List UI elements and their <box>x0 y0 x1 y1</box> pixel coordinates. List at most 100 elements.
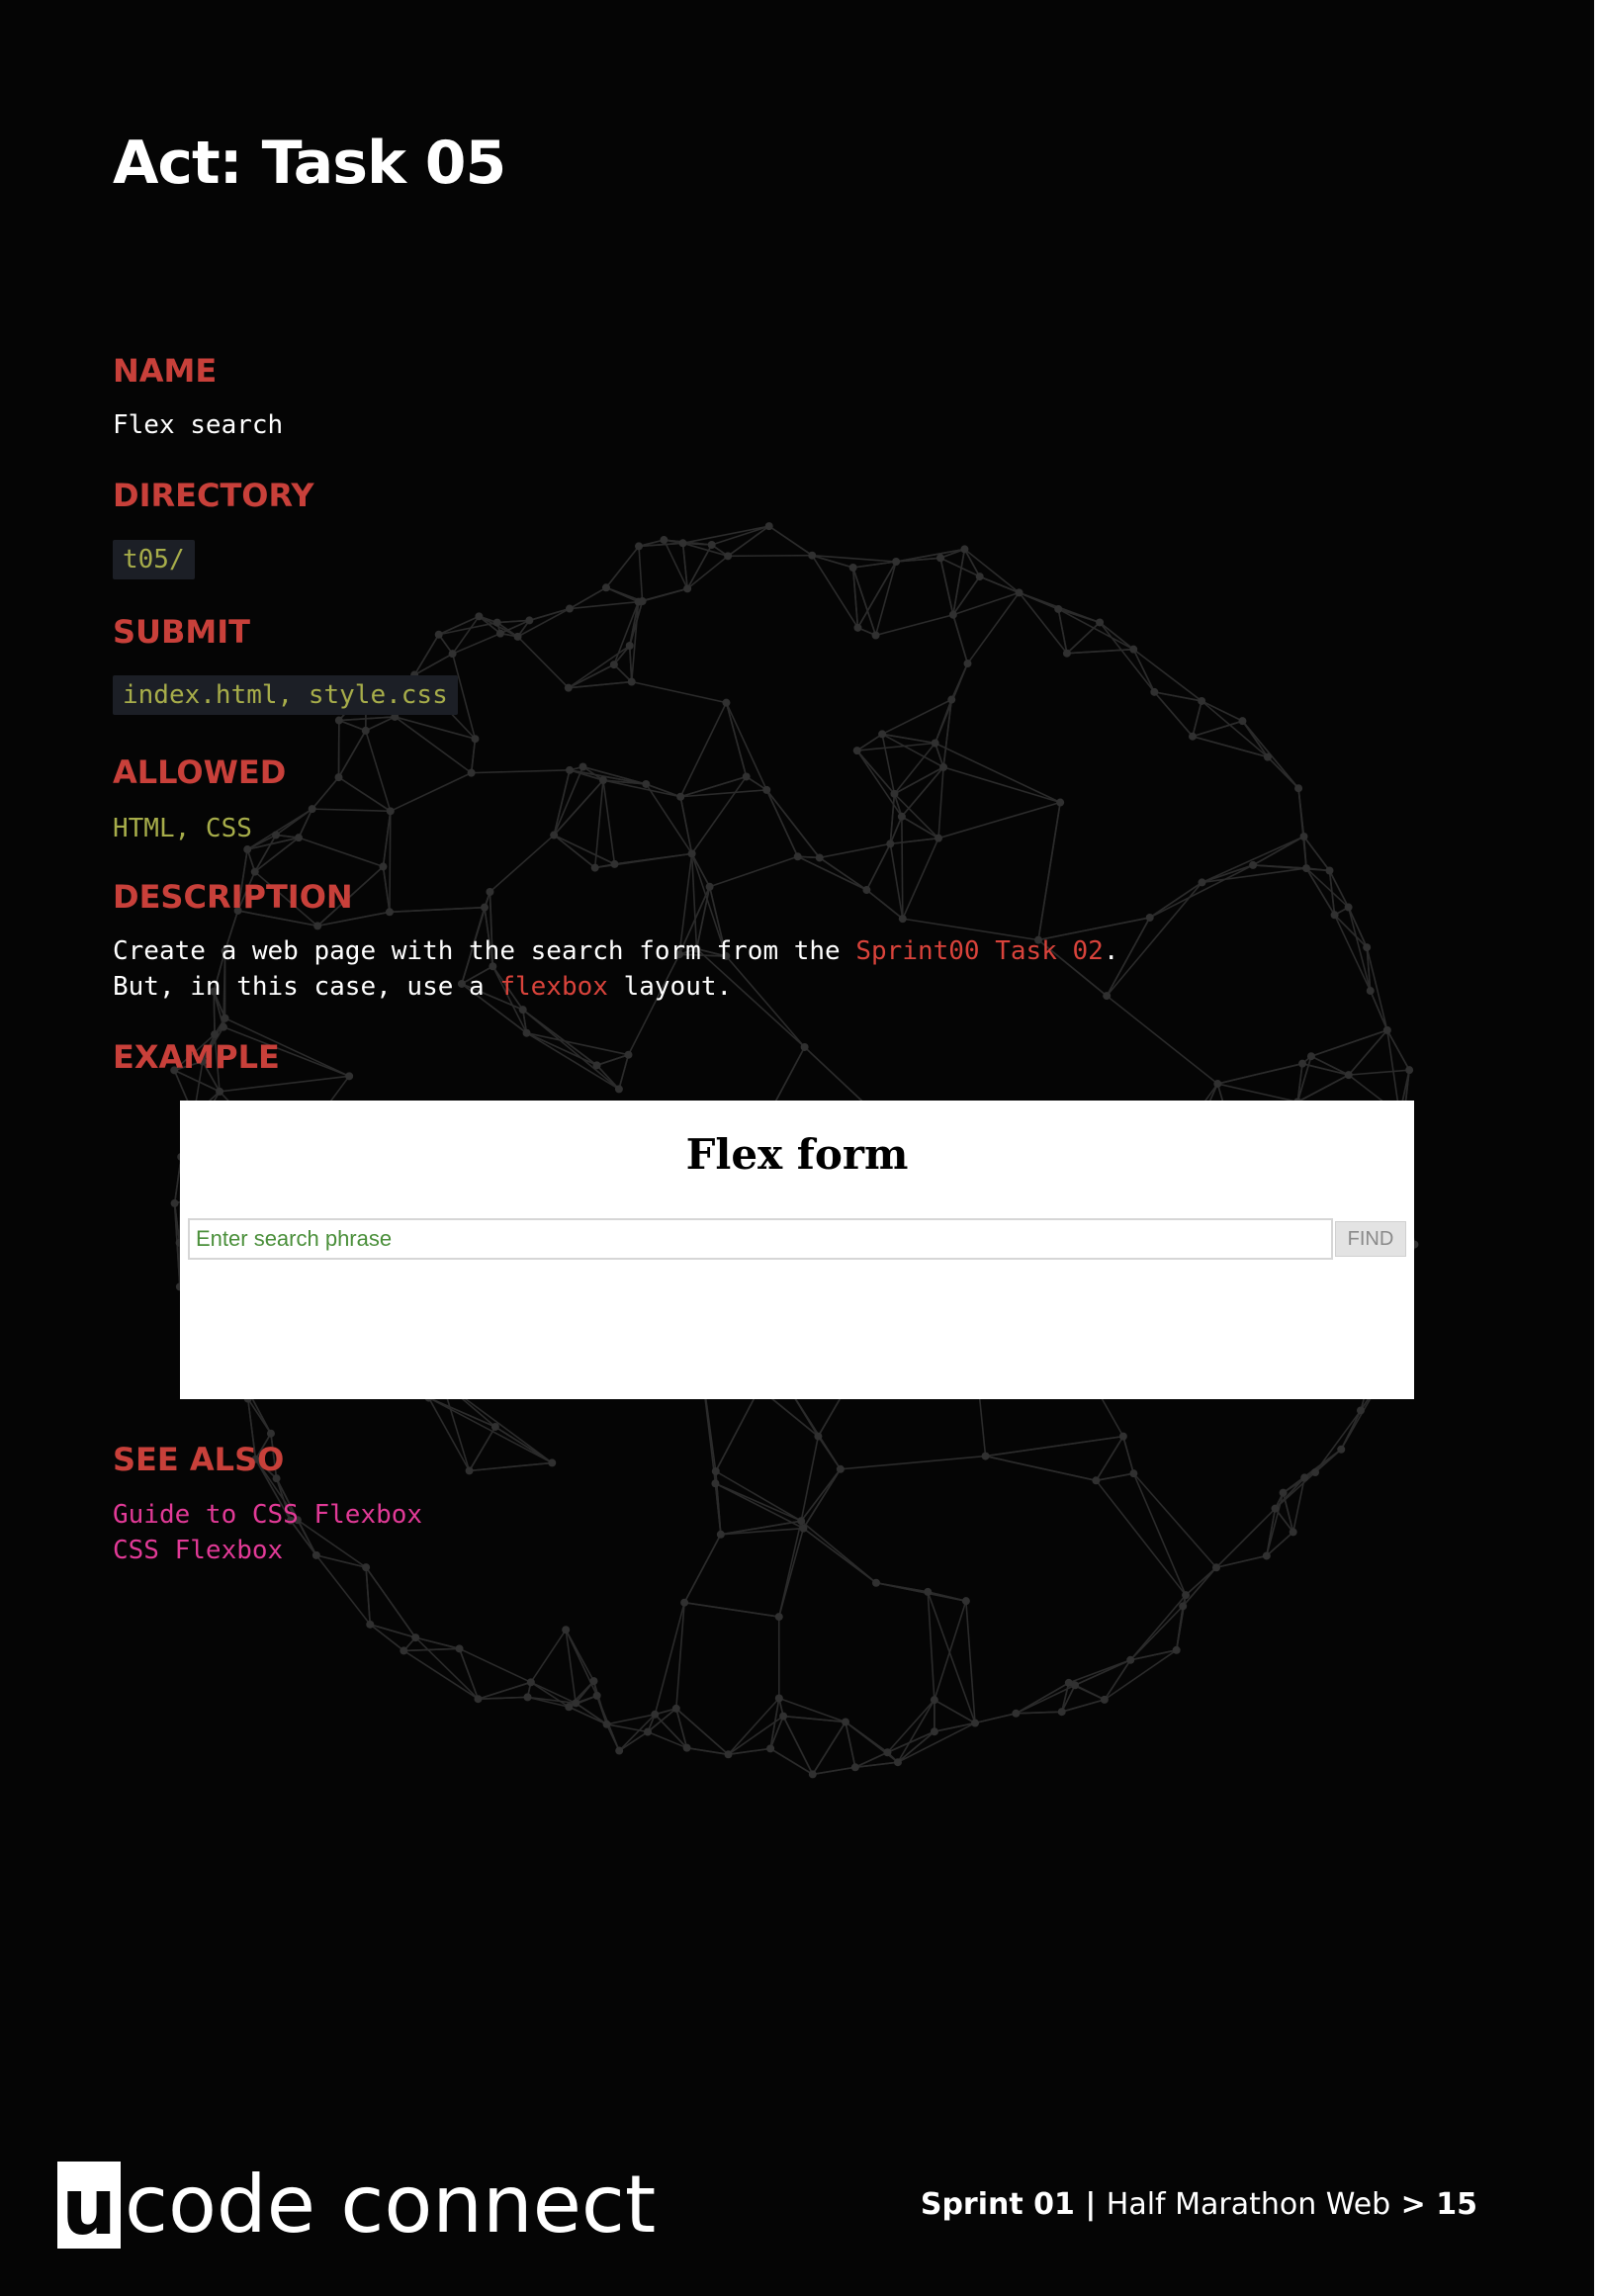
globe-edge <box>690 776 748 854</box>
globe-edge <box>715 1482 802 1522</box>
globe-edge <box>395 716 476 740</box>
globe-node <box>615 1746 624 1755</box>
globe-node <box>513 632 522 641</box>
flexbox-link[interactable]: flexbox <box>499 972 608 1002</box>
description-line1-end: . <box>1103 936 1119 966</box>
globe-node <box>892 558 901 567</box>
globe-node <box>170 1198 179 1207</box>
globe-edge <box>720 1520 802 1536</box>
find-button[interactable]: FIND <box>1335 1221 1406 1257</box>
globe-edge <box>1066 621 1101 655</box>
globe-edge <box>382 866 391 913</box>
globe-edge <box>1057 608 1134 651</box>
globe-edge <box>1132 1472 1217 1568</box>
globe-node <box>518 1006 527 1015</box>
see-also-list: Guide to CSS Flexbox CSS Flexbox <box>113 1497 422 1568</box>
globe-node <box>565 1703 574 1712</box>
globe-edge <box>630 601 640 682</box>
globe-edge <box>365 730 392 812</box>
globe-node <box>800 1042 809 1051</box>
globe-edge <box>865 889 904 920</box>
globe-node <box>308 805 316 814</box>
globe-node <box>1118 1432 1127 1441</box>
globe-edge <box>337 730 367 778</box>
globe-edge <box>369 1624 404 1652</box>
globe-node <box>635 542 644 551</box>
globe-edge <box>952 549 966 615</box>
globe-node <box>1310 1467 1319 1476</box>
globe-node <box>1129 1469 1138 1478</box>
globe-node <box>660 536 668 545</box>
css-flexbox-link[interactable]: CSS Flexbox <box>113 1533 422 1568</box>
globe-edge <box>414 1636 480 1700</box>
globe-edge <box>942 766 1061 804</box>
globe-edge <box>1099 621 1134 651</box>
directory-value: t05/ <box>113 540 195 579</box>
globe-node <box>250 867 259 876</box>
globe-edge <box>338 719 367 732</box>
globe-edge <box>516 636 570 689</box>
globe-edge <box>934 742 1061 804</box>
globe-node <box>850 1763 859 1772</box>
globe-node <box>526 1678 535 1687</box>
page-edge <box>1594 0 1602 2296</box>
globe-node <box>644 1727 653 1736</box>
globe-node <box>960 545 969 554</box>
globe-edge <box>1182 1566 1217 1607</box>
directory-label: DIRECTORY <box>113 477 314 514</box>
globe-node <box>480 903 489 912</box>
globe-node <box>897 812 906 821</box>
globe-edge <box>874 561 897 636</box>
globe-node <box>947 695 956 704</box>
globe-node <box>1012 1709 1021 1718</box>
sprint00-task02-link[interactable]: Sprint00 Task 02 <box>855 936 1103 966</box>
globe-node <box>550 831 559 839</box>
globe-node <box>495 629 504 638</box>
globe-node <box>1271 1504 1280 1513</box>
globe-edge <box>937 766 944 839</box>
globe-node <box>1405 1066 1414 1075</box>
globe-edge <box>896 548 965 563</box>
globe-node <box>385 908 394 917</box>
submit-value: index.html, style.css <box>113 675 458 715</box>
globe-edge <box>819 842 891 859</box>
globe-node <box>1054 604 1063 613</box>
globe-node <box>808 1770 817 1779</box>
globe-node <box>1179 1602 1188 1611</box>
globe-edge <box>298 837 384 868</box>
globe-edge <box>952 614 969 664</box>
globe-node <box>625 642 634 651</box>
globe-node <box>836 1464 845 1473</box>
globe-node <box>1337 1445 1346 1454</box>
globe-edge <box>338 776 392 812</box>
search-input[interactable] <box>188 1218 1333 1260</box>
globe-edge <box>1132 1472 1187 1596</box>
globe-edge <box>715 1482 804 1530</box>
globe-node <box>722 698 731 707</box>
guide-to-css-flexbox-link[interactable]: Guide to CSS Flexbox <box>113 1497 422 1533</box>
globe-node <box>486 888 494 897</box>
globe-node <box>814 1432 823 1441</box>
globe-node <box>448 650 457 659</box>
globe-node <box>627 677 636 686</box>
globe-edge <box>526 1031 597 1067</box>
globe-edge <box>605 545 640 588</box>
globe-node <box>1298 1059 1307 1068</box>
globe-node <box>386 807 395 816</box>
globe-edge <box>469 1461 553 1472</box>
description-line2-text: But, in this case, use a <box>113 972 500 1002</box>
globe-node <box>871 631 880 640</box>
globe-edge <box>890 837 939 845</box>
globe-node <box>1071 1681 1080 1690</box>
description-label: DESCRIPTION <box>113 878 353 916</box>
globe-node <box>878 730 887 739</box>
globe-edge <box>489 834 555 893</box>
globe-node <box>971 1719 980 1727</box>
globe-node <box>1279 1488 1288 1497</box>
globe-edge <box>812 1766 856 1776</box>
globe-node <box>219 1022 227 1031</box>
globe-edge <box>312 776 340 810</box>
globe-edge <box>1192 700 1202 737</box>
globe-node <box>1057 1708 1066 1717</box>
globe-node <box>1198 878 1206 887</box>
